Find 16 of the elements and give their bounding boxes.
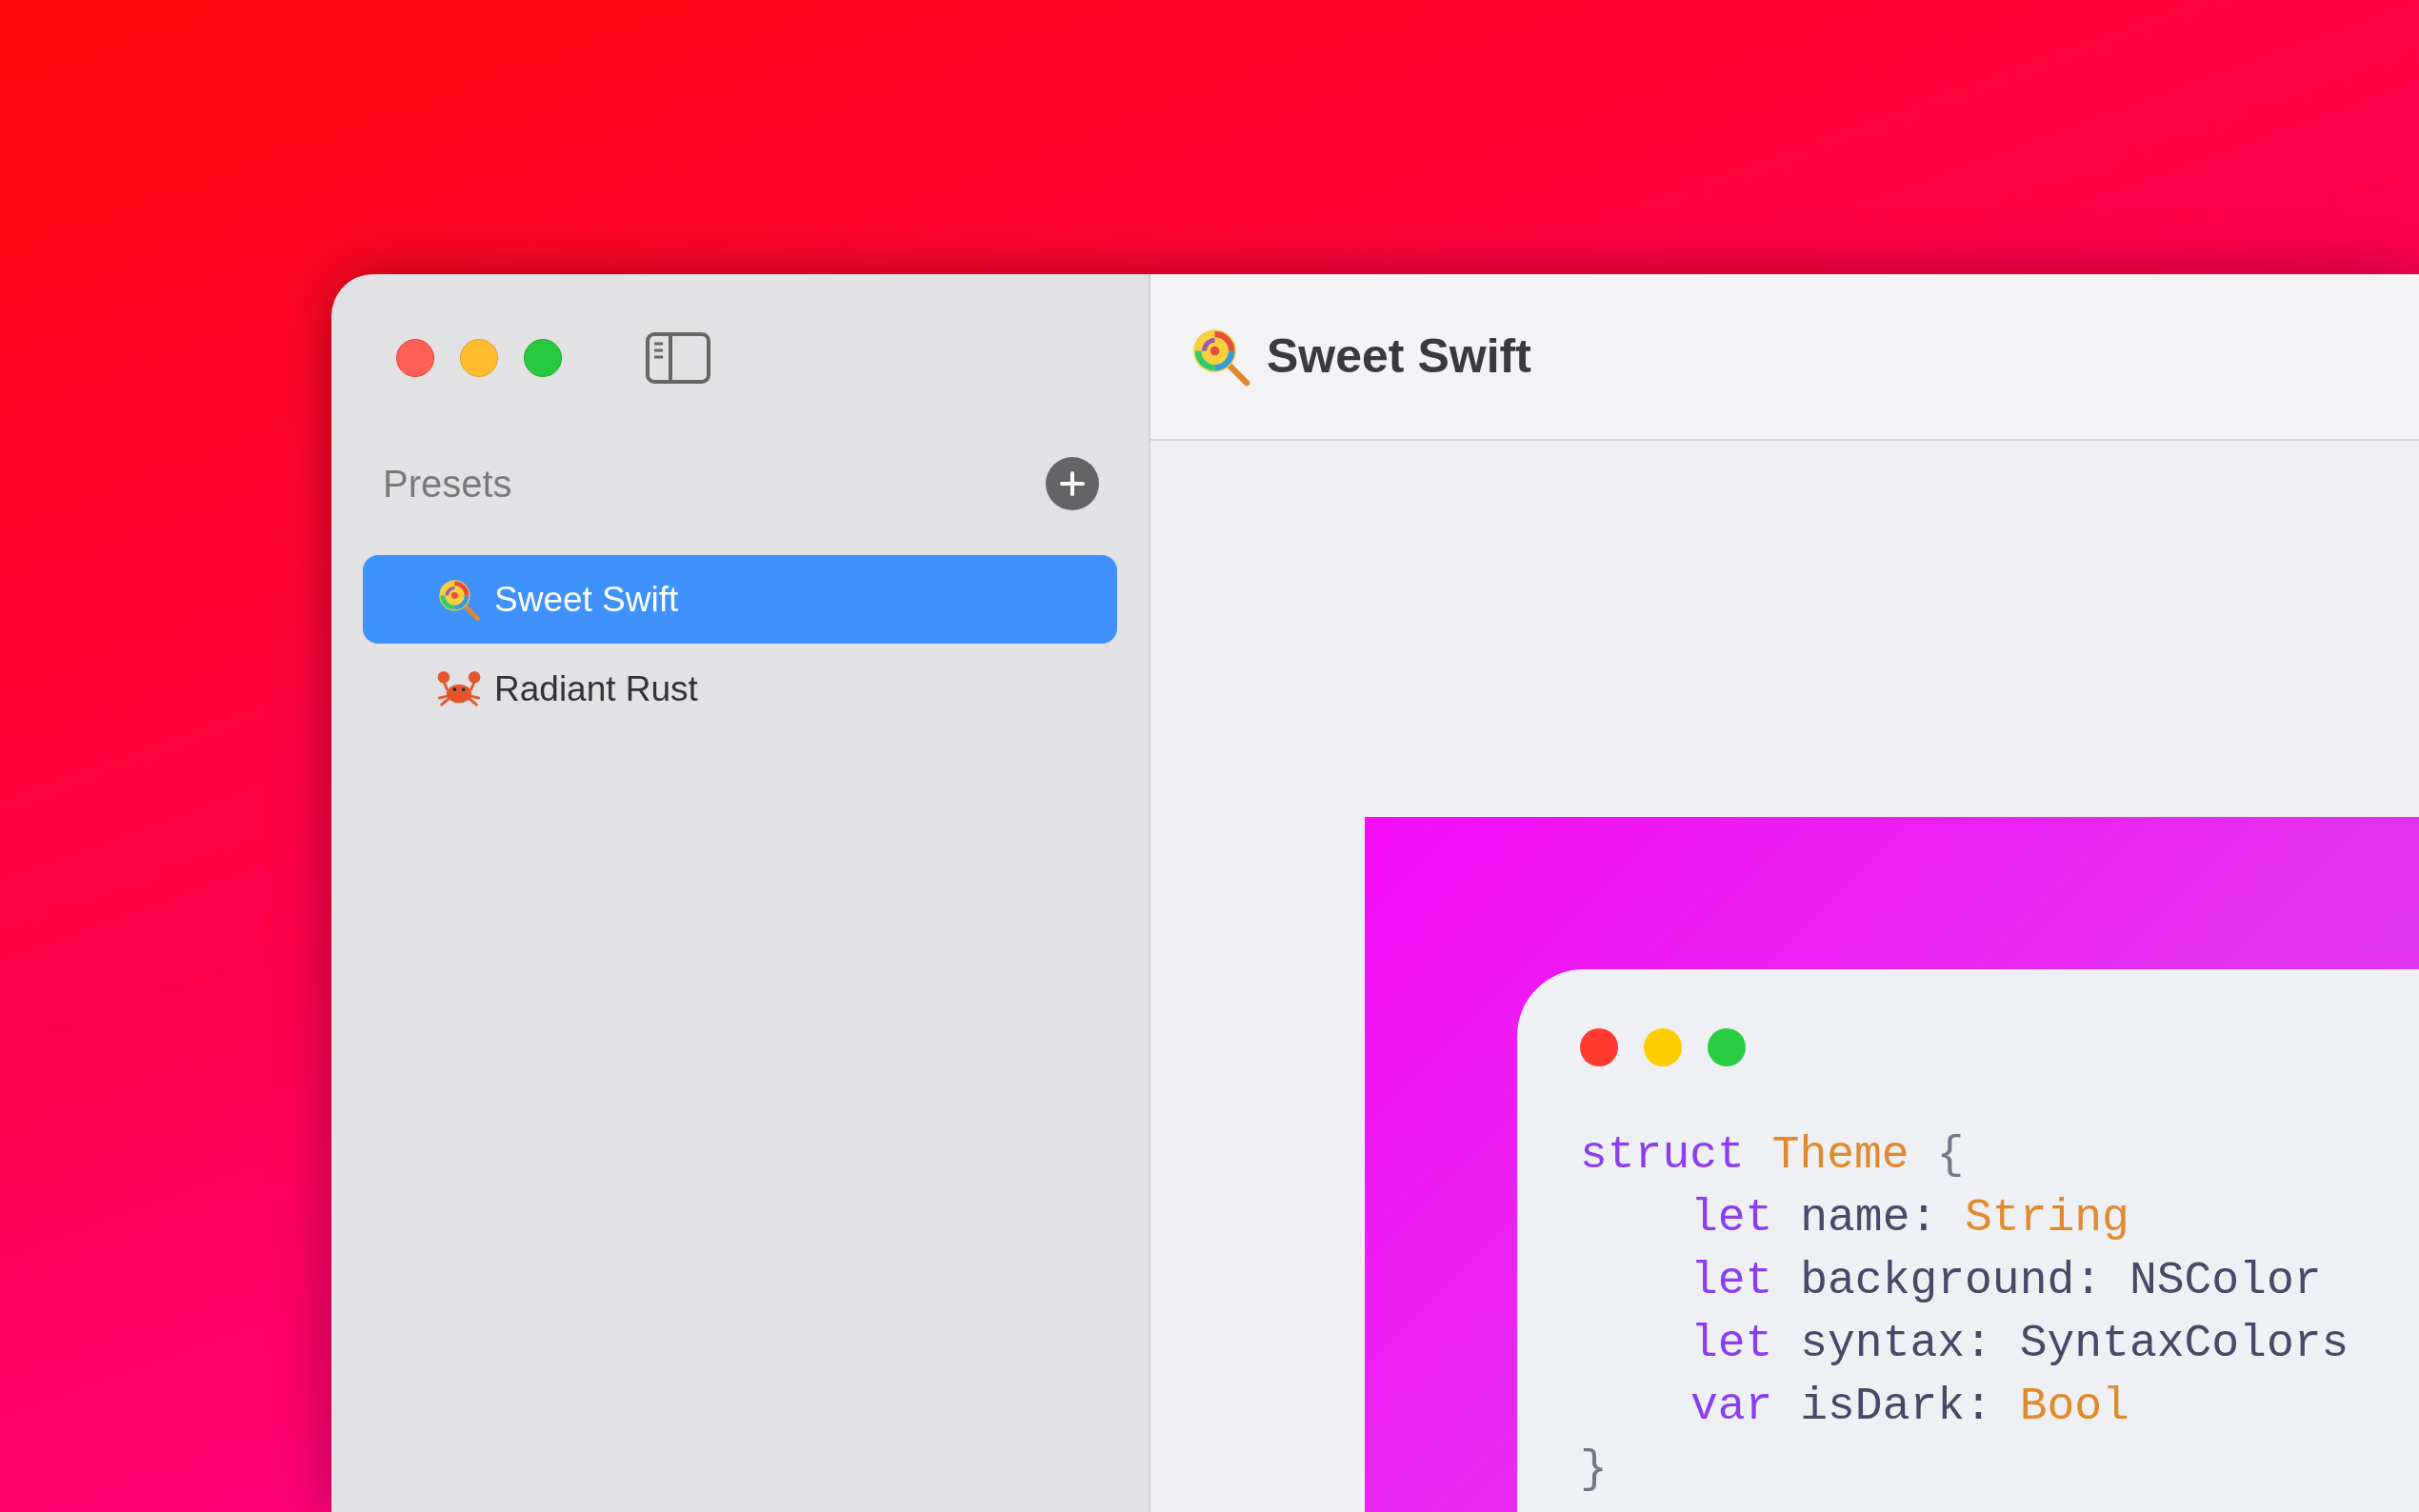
sidebar-heading: Presets (383, 462, 512, 507)
code-line: struct Theme { (1580, 1128, 1965, 1183)
minimize-button[interactable] (460, 338, 498, 377)
lollipop-icon (437, 577, 481, 622)
zoom-button[interactable] (524, 338, 562, 377)
plus-icon (1059, 470, 1086, 497)
code-line: } (1580, 1442, 1608, 1497)
close-button[interactable] (396, 338, 434, 377)
preset-item[interactable]: Radiant Rust (363, 645, 1117, 733)
code-line: let syntax: SyntaxColors (1690, 1317, 2349, 1371)
code-line: let background: NSColor (1690, 1254, 2322, 1308)
code-line: var isDark: Bool (1690, 1380, 2129, 1434)
add-button[interactable] (1046, 457, 1099, 510)
sidebar-toggle-icon[interactable] (646, 331, 710, 384)
code-line: let name: String (1690, 1191, 2129, 1245)
window-title: Sweet Swift (1267, 328, 1531, 385)
